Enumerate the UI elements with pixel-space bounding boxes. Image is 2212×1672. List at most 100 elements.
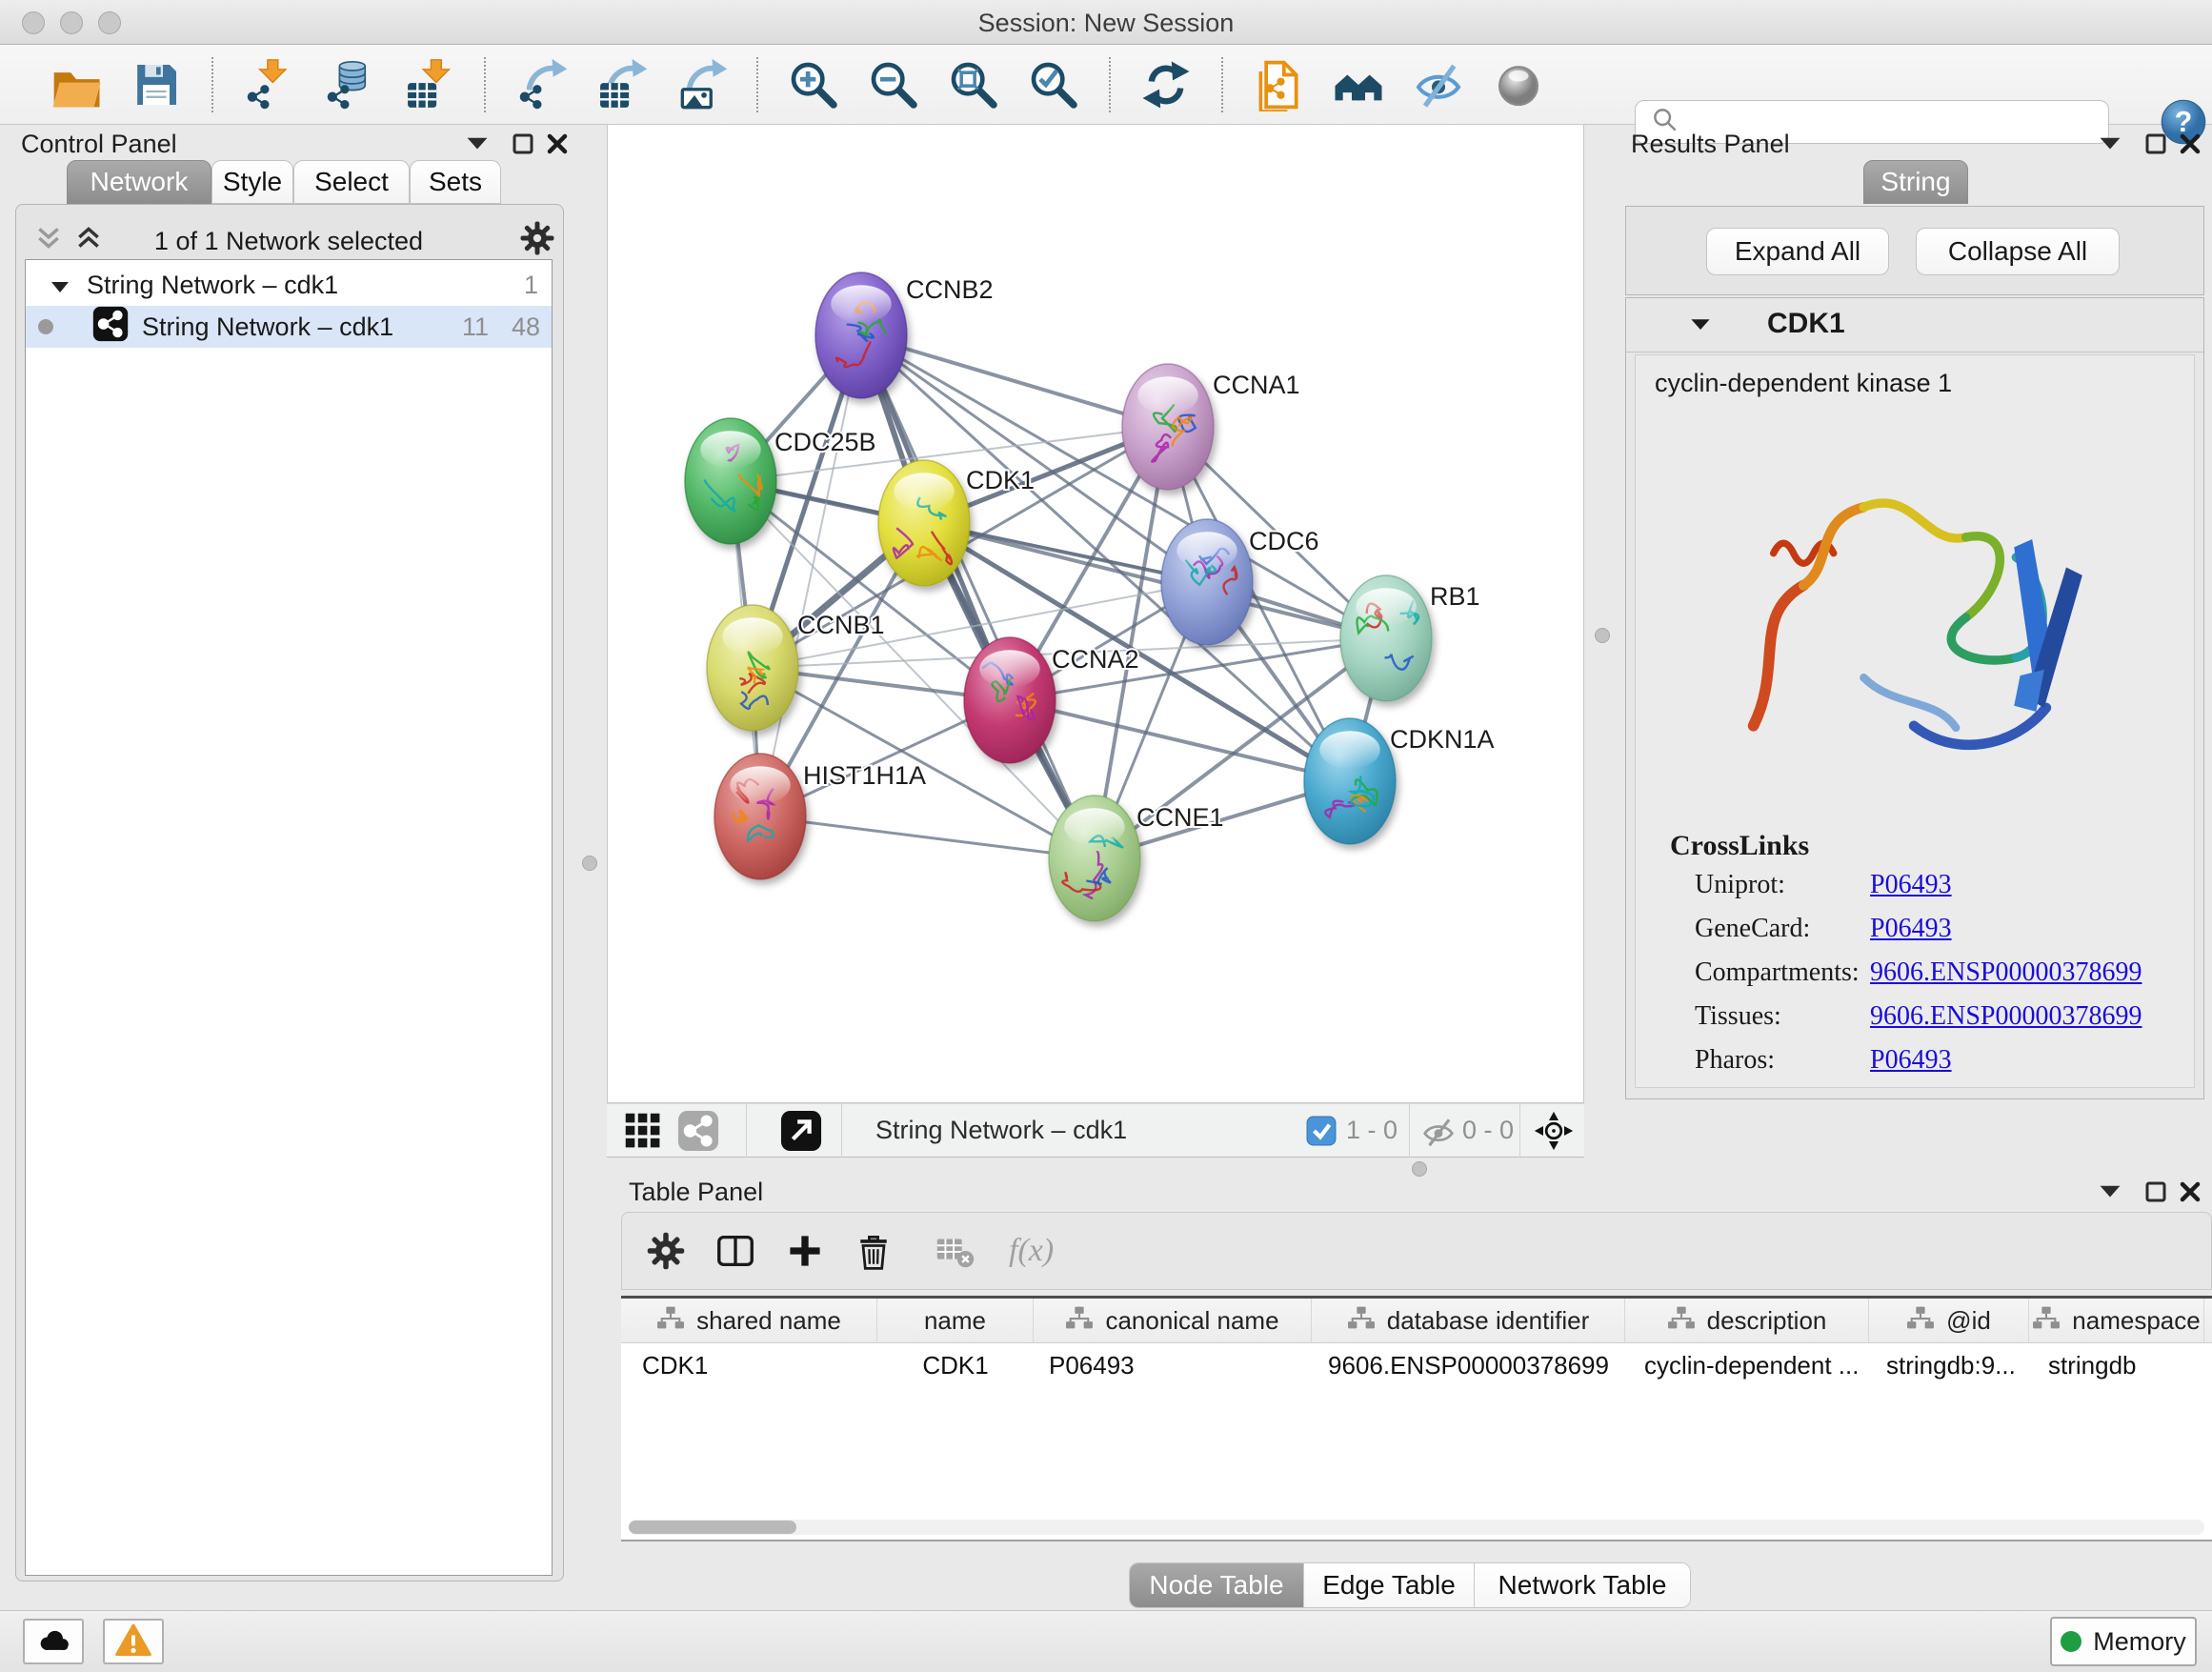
show-results-icon[interactable] <box>1490 56 1547 113</box>
zoom-in-icon[interactable] <box>785 56 842 113</box>
network-graph[interactable]: CCNB2 CCNA1 CDC25B CDK1 CDC6 RB1 CCNB1 CCNA2 CDK… <box>608 125 1583 1102</box>
node-HIST1H1A[interactable]: HIST1H1A <box>714 754 926 879</box>
results-panel-collapse-icon[interactable] <box>2098 133 2122 157</box>
control-panel-close-icon[interactable] <box>545 131 570 161</box>
network-list: String Network – cdk1 1 String Network –… <box>25 259 553 1576</box>
table-cell[interactable]: 9606.ENSP00000378699 <box>1312 1351 1625 1380</box>
node-CCNB1[interactable]: CCNB1 <box>707 605 885 731</box>
open-view-window-icon[interactable] <box>780 1110 822 1157</box>
node-CCNA1[interactable]: CCNA1 <box>1122 364 1300 490</box>
cloud-button[interactable] <box>23 1619 84 1664</box>
string-badge-gray-icon[interactable] <box>677 1110 719 1157</box>
table-row[interactable]: CDK1CDK1P064939606.ENSP00000378699cyclin… <box>621 1343 2212 1387</box>
tab-sets[interactable]: Sets <box>410 160 501 204</box>
table-panel-collapse-icon[interactable] <box>2098 1181 2122 1205</box>
crosslink-link[interactable]: 9606.ENSP00000378699 <box>1870 1001 2142 1032</box>
warnings-button[interactable] <box>103 1619 164 1664</box>
export-network-icon[interactable] <box>513 56 570 113</box>
save-session-icon[interactable] <box>128 56 185 113</box>
import-network-file-icon[interactable] <box>240 56 297 113</box>
table-panel-float-icon[interactable] <box>2143 1179 2168 1209</box>
function-builder-icon: f(x) <box>1009 1233 1054 1269</box>
export-image-icon[interactable] <box>673 56 730 113</box>
table-panel-close-icon[interactable] <box>2178 1179 2202 1209</box>
tab-network[interactable]: Network <box>67 160 211 204</box>
import-network-database-icon[interactable] <box>320 56 377 113</box>
network-row-selected[interactable]: String Network – cdk1 11 48 <box>26 306 552 348</box>
create-column-icon[interactable] <box>784 1230 826 1272</box>
zoom-out-icon[interactable] <box>865 56 922 113</box>
tab-node-table[interactable]: Node Table <box>1130 1563 1304 1607</box>
tab-edge-table[interactable]: Edge Table <box>1304 1563 1475 1607</box>
column-header-name[interactable]: name <box>877 1299 1034 1342</box>
node-CDC6[interactable]: CDC6 <box>1161 519 1319 645</box>
gene-section-collapse-icon[interactable] <box>1689 315 1712 337</box>
string-app-icon[interactable] <box>1250 56 1307 113</box>
delete-column-trash-icon[interactable] <box>853 1230 895 1272</box>
expand-all-button[interactable]: Expand All <box>1706 228 1889 275</box>
crosslink-link[interactable]: P06493 <box>1870 1045 1952 1076</box>
table-cell[interactable]: cyclin-dependent ... <box>1625 1351 1869 1380</box>
table-options-gear-icon[interactable] <box>645 1230 687 1272</box>
column-header-database-identifier[interactable]: database identifier <box>1312 1299 1625 1342</box>
column-header-description[interactable]: description <box>1625 1299 1869 1342</box>
fit-selected-icon[interactable] <box>1533 1110 1575 1157</box>
node-CDKN1A[interactable]: CDKN1A <box>1304 718 1495 844</box>
table-cell[interactable]: CDK1 <box>621 1351 877 1380</box>
edge-CCNB2-CCNA1[interactable] <box>861 335 1168 427</box>
edge-CCNB2-HIST1H1A[interactable] <box>760 335 861 816</box>
node-label-RB1: RB1 <box>1430 582 1480 611</box>
refresh-icon[interactable] <box>1137 56 1195 113</box>
edge-HIST1H1A-CCNE1[interactable] <box>760 816 1095 858</box>
hide-results-icon[interactable] <box>1410 56 1467 113</box>
open-file-icon[interactable] <box>48 56 105 113</box>
crosslink-link[interactable]: P06493 <box>1870 914 1952 944</box>
bottom-splitter-handle[interactable] <box>1412 1161 1427 1177</box>
crosslink-link[interactable]: P06493 <box>1870 870 1952 900</box>
column-header--id[interactable]: @id <box>1869 1299 2029 1342</box>
results-panel-float-icon[interactable] <box>2143 131 2168 161</box>
column-header-canonical-name[interactable]: canonical name <box>1034 1299 1312 1342</box>
network-tree-icon <box>2032 1305 2061 1337</box>
network-canvas[interactable]: CCNB2 CCNA1 CDC25B CDK1 CDC6 RB1 CCNB1 CCNA2 CDK… <box>607 124 1584 1103</box>
tab-style[interactable]: Style <box>211 160 293 204</box>
show-columns-icon[interactable] <box>714 1229 757 1273</box>
export-table-icon[interactable] <box>593 56 650 113</box>
node-RB1[interactable]: RB1 <box>1340 575 1480 701</box>
node-CDK1[interactable]: CDK1 <box>878 460 1035 586</box>
network-collection-row[interactable]: String Network – cdk1 1 <box>26 264 552 306</box>
node-label-CCNA2: CCNA2 <box>1052 645 1139 674</box>
column-header-namespace[interactable]: namespace <box>2029 1299 2204 1342</box>
zoom-fit-icon[interactable] <box>945 56 1002 113</box>
control-panel-collapse-icon[interactable] <box>465 133 490 157</box>
birds-eye-view-icon[interactable] <box>624 1112 662 1155</box>
node-CCNB2[interactable]: CCNB2 <box>815 272 994 398</box>
table-cell[interactable]: stringdb <box>2029 1351 2204 1380</box>
tab-select[interactable]: Select <box>293 160 410 204</box>
memory-button[interactable]: Memory <box>2050 1617 2197 1666</box>
collapse-all-button[interactable]: Collapse All <box>1916 228 2120 275</box>
network-options-gear-icon[interactable] <box>518 219 556 262</box>
control-panel-float-icon[interactable] <box>511 131 535 161</box>
table-cell[interactable]: stringdb:9... <box>1869 1351 2029 1380</box>
network-tree-icon <box>1906 1305 1935 1337</box>
node-CDC25B[interactable]: CDC25B <box>685 418 876 544</box>
tree-expand-icon[interactable] <box>50 271 70 300</box>
string-home-icon[interactable] <box>1330 56 1387 113</box>
right-splitter-handle[interactable] <box>1595 628 1610 643</box>
tab-string[interactable]: String <box>1863 160 1968 204</box>
import-table-icon[interactable] <box>400 56 457 113</box>
table-cell[interactable]: CDK1 <box>877 1351 1034 1380</box>
table-horizontal-scrollbar[interactable] <box>629 1520 2204 1535</box>
selected-checkbox-icon[interactable] <box>1306 1116 1337 1151</box>
left-splitter-handle[interactable] <box>582 856 597 871</box>
table-cell[interactable]: P06493 <box>1034 1351 1312 1380</box>
node-label-CDK1: CDK1 <box>966 466 1035 494</box>
zoom-selected-icon[interactable] <box>1025 56 1082 113</box>
node-CCNE1[interactable]: CCNE1 <box>1049 796 1224 921</box>
crosslink-link[interactable]: 9606.ENSP00000378699 <box>1870 957 2142 988</box>
scrollbar-thumb[interactable] <box>629 1521 796 1534</box>
results-panel-close-icon[interactable] <box>2178 131 2202 161</box>
column-header-shared-name[interactable]: shared name <box>621 1299 877 1342</box>
tab-network-table[interactable]: Network Table <box>1475 1563 1690 1607</box>
